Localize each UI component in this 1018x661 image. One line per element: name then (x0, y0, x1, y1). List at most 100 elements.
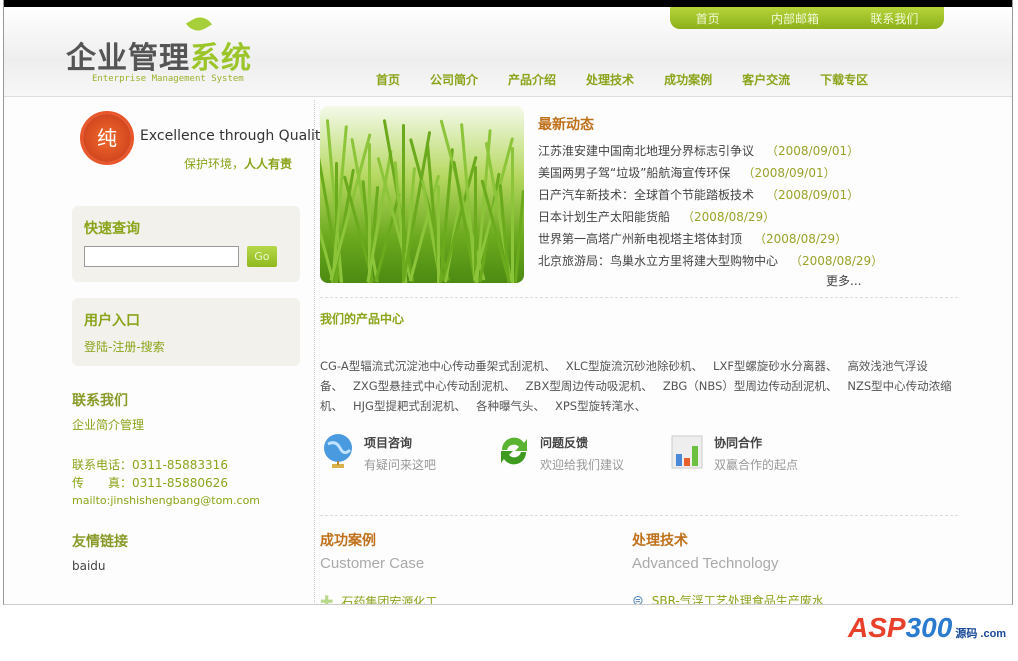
nav-cases[interactable]: 成功案例 (664, 71, 712, 88)
news-title-text: 江苏淮安建中国南北地理分界标志引争议 (538, 144, 755, 158)
product-link[interactable]: XLC型旋流沉砂池除砂机、 (566, 359, 703, 373)
top-links: 首页 内部邮箱 联系我们 (670, 7, 944, 29)
product-link[interactable]: XPS型旋转滗水、 (555, 399, 646, 413)
logo[interactable]: 企业管理系统 (66, 33, 252, 77)
header: 首页 内部邮箱 联系我们 企业管理系统 Enterprise Managemen… (4, 7, 1012, 97)
slogan: 保护环境，人人有责 (184, 155, 292, 172)
fax: 传 真：0311-85880626 (72, 476, 228, 490)
contact-title: 联系我们 (72, 393, 128, 409)
nav-clients[interactable]: 客户交流 (742, 71, 790, 88)
divider (314, 100, 315, 604)
top-link-contact[interactable]: 联系我们 (870, 10, 918, 27)
company-link[interactable]: 企业简介管理 (72, 416, 260, 434)
products-title: 我们的产品中心 (320, 312, 405, 326)
main-nav: 首页 公司简介 产品介绍 处理技术 成功案例 客户交流 下载专区 (376, 71, 868, 88)
news-date: （2008/09/01） (742, 166, 836, 180)
separator (320, 297, 958, 298)
top-link-home[interactable]: 首页 (696, 10, 720, 27)
user-entry-title: 用户入口 (84, 313, 140, 329)
product-link[interactable]: LXF型螺旋砂水分离器、 (713, 359, 837, 373)
nav-about[interactable]: 公司简介 (430, 71, 478, 88)
slogan-a: 保护环境， (184, 157, 245, 171)
go-button[interactable]: Go (246, 246, 277, 267)
tagline: Excellence through Quality (140, 128, 329, 144)
news-title-text: 日本计划生产太阳能货船 (538, 210, 671, 224)
tech-item[interactable]: ⊜ SBR-气浮工艺处理食品生产废水 (632, 592, 824, 605)
separator (320, 515, 958, 516)
search-input[interactable] (84, 246, 239, 267)
feature-subtitle: 双赢合作的起点 (714, 458, 799, 472)
email-link[interactable]: mailto:jinshishengbang@tom.com (72, 492, 260, 510)
feature-cooperation[interactable]: 协同合作双赢合作的起点 (670, 432, 798, 473)
product-list: CG-A型辐流式沉淀池中心传动垂架式刮泥机、 XLC型旋流沉砂池除砂机、 LXF型螺… (320, 356, 960, 416)
news-date: （2008/08/29） (790, 254, 884, 268)
feature-title: 协同合作 (714, 436, 763, 450)
nav-tech[interactable]: 处理技术 (586, 71, 634, 88)
news-date: （2008/09/01） (766, 188, 860, 202)
product-link[interactable]: ZXG型悬挂式中心传动刮泥机、 (353, 379, 516, 393)
page-frame: 首页 内部邮箱 联系我们 企业管理系统 Enterprise Managemen… (3, 0, 1013, 605)
feature-subtitle: 欢迎给我们建议 (540, 458, 625, 472)
news-date: （2008/09/01） (766, 144, 860, 158)
refresh-icon (501, 437, 527, 465)
plus-icon: ✚ (320, 592, 334, 605)
pure-badge: 纯 (83, 114, 131, 162)
contact-section: 联系我们 企业简介管理 联系电话：0311-85883316 传 真：0311-… (72, 390, 260, 510)
news-date: （2008/08/29） (682, 210, 776, 224)
news-title-text: 美国两男子驾“垃圾”船航海宣传环保 (538, 166, 731, 180)
news-item[interactable]: 日本计划生产太阳能货船 （2008/08/29） (538, 206, 958, 228)
news-item[interactable]: 日产汽车新技术：全球首个节能踏板技术 （2008/09/01） (538, 184, 958, 206)
tech-item-text: SBR-气浮工艺处理食品生产废水 (651, 594, 824, 605)
feature-title: 问题反馈 (540, 436, 589, 450)
news-item[interactable]: 江苏淮安建中国南北地理分界标志引争议 （2008/09/01） (538, 140, 958, 162)
feature-feedback[interactable]: 问题反馈欢迎给我们建议 (496, 432, 624, 473)
login-register-search-link[interactable]: 登陆-注册-搜索 (84, 338, 288, 355)
friend-links: 友情链接 baidu (72, 531, 128, 575)
product-link[interactable]: HJG型提耙式刮泥机、 (353, 399, 466, 413)
tech-subtitle: Advanced Technology (632, 555, 779, 572)
friend-link-baidu[interactable]: baidu (72, 557, 128, 575)
globe-icon (324, 434, 352, 468)
case-item[interactable]: ✚ 石药集团宏源化工 (320, 592, 438, 605)
product-link[interactable]: 各种曝气头、 (476, 399, 545, 413)
case-item-text: 石药集团宏源化工 (341, 595, 438, 605)
news-title-text: 世界第一高塔广州新电视塔主塔体封顶 (538, 232, 743, 246)
nav-home[interactable]: 首页 (376, 71, 400, 88)
news-date: （2008/08/29） (754, 232, 848, 246)
news-section: 最新动态 江苏淮安建中国南北地理分界标志引争议 （2008/09/01） 美国两男… (538, 114, 958, 272)
nav-products[interactable]: 产品介绍 (508, 71, 556, 88)
friend-links-title: 友情链接 (72, 534, 128, 550)
product-link[interactable]: ZBX型周边传动吸泥机、 (526, 379, 653, 393)
cases-title: 成功案例 (320, 533, 376, 549)
list-icon: ⊜ (632, 592, 644, 605)
top-link-mail[interactable]: 内部邮箱 (771, 10, 819, 27)
cases-section: 成功案例 Customer Case ✚ 石药集团宏源化工 (320, 530, 438, 605)
feature-subtitle: 有疑问来这吧 (364, 458, 437, 472)
nav-download[interactable]: 下载专区 (820, 71, 868, 88)
user-entry-box: 用户入口 登陆-注册-搜索 (72, 298, 300, 366)
news-item[interactable]: 世界第一高塔广州新电视塔主塔体封顶 （2008/08/29） (538, 228, 958, 250)
product-link[interactable]: ZBG（NBS）型周边传动刮泥机、 (663, 379, 838, 393)
grass-banner-image (320, 106, 524, 283)
news-title-text: 北京旅游局：鸟巢水立方里将建大型购物中心 (538, 254, 779, 268)
logo-subtitle: Enterprise Management System (92, 74, 244, 84)
phone: 联系电话：0311-85883316 (72, 458, 228, 472)
cases-subtitle: Customer Case (320, 555, 425, 572)
feature-title: 项目咨询 (364, 436, 413, 450)
more-news-link[interactable]: 更多... (826, 272, 861, 289)
quick-search-box: 快速查询 Go (72, 206, 300, 282)
news-item[interactable]: 北京旅游局：鸟巢水立方里将建大型购物中心 （2008/08/29） (538, 250, 958, 272)
tech-section: 处理技术 Advanced Technology ⊜ SBR-气浮工艺处理食品生产… (632, 530, 824, 605)
feature-consult[interactable]: 项目咨询有疑问来这吧 (320, 432, 436, 473)
top-bar (4, 0, 1012, 7)
bar-chart-icon (671, 435, 703, 469)
news-item[interactable]: 美国两男子驾“垃圾”船航海宣传环保 （2008/09/01） (538, 162, 958, 184)
slogan-b: 人人有责 (244, 157, 293, 171)
news-title: 最新动态 (538, 117, 594, 133)
grass-blade (513, 190, 524, 283)
quick-search-title: 快速查询 (84, 221, 140, 237)
product-link[interactable]: CG-A型辐流式沉淀池中心传动垂架式刮泥机、 (320, 359, 556, 373)
grass-blade (510, 147, 514, 283)
tech-title: 处理技术 (632, 533, 688, 549)
news-title-text: 日产汽车新技术：全球首个节能踏板技术 (538, 188, 755, 202)
